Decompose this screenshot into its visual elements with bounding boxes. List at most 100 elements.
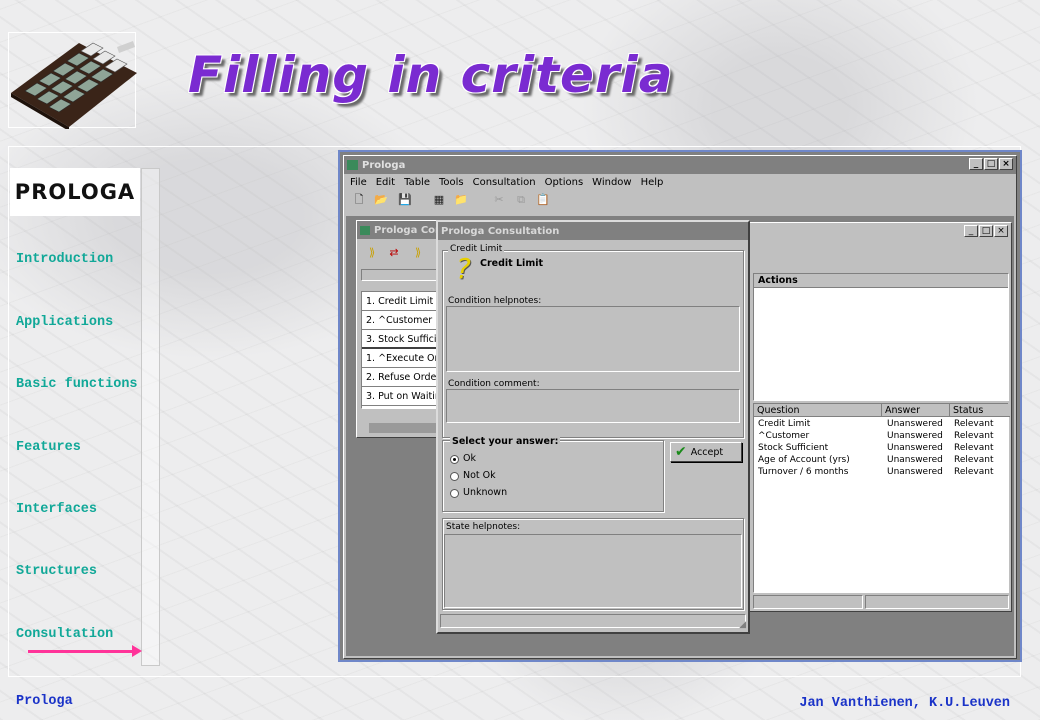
app-screenshot: Prologa _ □ × File Edit Table Tools Cons… bbox=[338, 150, 1022, 662]
radio-not-ok[interactable] bbox=[450, 472, 459, 481]
results-close-button[interactable]: × bbox=[994, 225, 1008, 237]
frame-bottom-line bbox=[8, 676, 1020, 677]
paste-icon[interactable]: 📋 bbox=[534, 192, 552, 208]
radio-unknown[interactable] bbox=[450, 489, 459, 498]
current-page-arrow-head bbox=[132, 645, 142, 657]
nav-features[interactable]: Features bbox=[16, 440, 81, 455]
open-table-icon[interactable]: 📁 bbox=[452, 192, 470, 208]
comment-label: Condition comment: bbox=[448, 379, 540, 389]
status-pane bbox=[865, 595, 1009, 609]
footer-right: Jan Vanthienen, K.U.Leuven bbox=[799, 696, 1010, 711]
table-icon[interactable]: ▦ bbox=[430, 192, 448, 208]
question-mark-icon: ? bbox=[456, 252, 471, 285]
answer-cell: Unanswered bbox=[887, 431, 943, 441]
results-minimize-button[interactable]: _ bbox=[964, 225, 978, 237]
answer-cell: Unanswered bbox=[887, 443, 943, 453]
status-cell: Relevant bbox=[954, 443, 994, 453]
menu-window[interactable]: Window bbox=[592, 177, 631, 188]
footer-left: Prologa bbox=[16, 694, 73, 709]
nav-applications[interactable]: Applications bbox=[16, 315, 113, 330]
sidebar-logo: PROLOGA bbox=[10, 168, 140, 216]
results-status-bar bbox=[753, 595, 1009, 609]
sidebar-scrollbar[interactable] bbox=[141, 168, 160, 666]
results-window: _ □ × Actions Question Answer Status Cre… bbox=[748, 222, 1012, 612]
state-helpnotes-box[interactable] bbox=[444, 534, 742, 608]
frame-left-line bbox=[8, 146, 9, 676]
question-cell[interactable]: Stock Sufficient bbox=[758, 443, 828, 453]
comment-field[interactable] bbox=[446, 389, 740, 423]
actions-header: Actions bbox=[754, 274, 1008, 288]
criterion-name: Credit Limit bbox=[480, 258, 544, 269]
menu-table[interactable]: Table bbox=[404, 177, 430, 188]
menu-bar: File Edit Table Tools Consultation Optio… bbox=[344, 174, 1016, 191]
dialog-titlebar: Prologa Consultation bbox=[438, 222, 748, 240]
radio-ok[interactable] bbox=[450, 455, 459, 464]
checkmark-icon: ✔ bbox=[675, 444, 687, 460]
answer-cell: Unanswered bbox=[887, 455, 943, 465]
resize-grip-icon[interactable]: ◢ bbox=[739, 620, 746, 630]
open-folder-icon[interactable]: 📂 bbox=[372, 192, 390, 208]
col-answer[interactable]: Answer bbox=[882, 404, 950, 417]
nav-consultation[interactable]: Consultation bbox=[16, 627, 113, 642]
app-icon bbox=[347, 160, 358, 170]
new-file-icon[interactable]: 🗋 bbox=[350, 192, 368, 208]
menu-edit[interactable]: Edit bbox=[376, 177, 395, 188]
col-question[interactable]: Question bbox=[754, 404, 882, 417]
question-cell[interactable]: Age of Account (yrs) bbox=[758, 455, 850, 465]
menu-options[interactable]: Options bbox=[545, 177, 584, 188]
run-icon[interactable]: ⟫ bbox=[363, 245, 381, 261]
state-helpnotes-label: State helpnotes: bbox=[446, 522, 521, 532]
questions-table: Question Answer Status Credit Limit Unan… bbox=[753, 403, 1010, 593]
minimize-button[interactable]: _ bbox=[969, 158, 983, 170]
helpnotes-box[interactable] bbox=[446, 306, 740, 372]
copy-icon[interactable]: ⧉ bbox=[512, 192, 530, 208]
cut-icon[interactable]: ✂ bbox=[490, 192, 508, 208]
radio-ok-label[interactable]: Ok bbox=[463, 453, 476, 464]
radio-unknown-label[interactable]: Unknown bbox=[463, 487, 507, 498]
close-button[interactable]: × bbox=[999, 158, 1013, 170]
accept-label: Accept bbox=[690, 446, 724, 458]
actions-panel: Actions bbox=[753, 273, 1009, 401]
status-pane bbox=[753, 595, 863, 609]
question-cell[interactable]: ^Customer bbox=[758, 431, 809, 441]
main-window-title: Prologa bbox=[362, 159, 406, 171]
menu-tools[interactable]: Tools bbox=[439, 177, 464, 188]
consultation-dialog: Prologa Consultation Credit Limit ? Cred… bbox=[436, 220, 750, 634]
results-maximize-button[interactable]: □ bbox=[979, 225, 993, 237]
dialog-status-bar bbox=[440, 614, 746, 628]
nav-basic-functions[interactable]: Basic functions bbox=[16, 377, 138, 392]
sidebar-logo-text: PROLOGA bbox=[14, 180, 136, 204]
status-cell: Relevant bbox=[954, 419, 994, 429]
dialog-title: Prologa Consultation bbox=[441, 225, 560, 237]
slide-title: Filling in criteria bbox=[188, 46, 674, 104]
question-cell[interactable]: Credit Limit bbox=[758, 419, 810, 429]
step-icon[interactable]: ⇄ bbox=[385, 245, 403, 261]
results-titlebar: _ □ × bbox=[749, 223, 1011, 241]
radio-not-ok-label[interactable]: Not Ok bbox=[463, 470, 496, 481]
answer-group-title: Select your answer: bbox=[450, 436, 561, 447]
answer-cell: Unanswered bbox=[887, 467, 943, 477]
accept-button[interactable]: ✔ Accept bbox=[670, 442, 742, 462]
nav-interfaces[interactable]: Interfaces bbox=[16, 502, 97, 517]
status-cell: Relevant bbox=[954, 455, 994, 465]
answer-cell: Unanswered bbox=[887, 419, 943, 429]
lock-icon[interactable]: ⟫ bbox=[409, 245, 427, 261]
current-page-arrow bbox=[28, 650, 134, 653]
toolbar: 🗋 📂 💾 ▦ 📁 ✂ ⧉ 📋 bbox=[344, 192, 1016, 214]
nav-introduction[interactable]: Introduction bbox=[16, 252, 113, 267]
nav-structures[interactable]: Structures bbox=[16, 564, 97, 579]
menu-help[interactable]: Help bbox=[641, 177, 664, 188]
menu-consultation[interactable]: Consultation bbox=[473, 177, 536, 188]
frame-top-line bbox=[8, 146, 1020, 147]
maximize-button[interactable]: □ bbox=[984, 158, 998, 170]
main-titlebar: Prologa _ □ × bbox=[344, 156, 1016, 174]
col-status[interactable]: Status bbox=[950, 404, 1010, 417]
prologa-chip-logo bbox=[8, 32, 137, 131]
helpnotes-label: Condition helpnotes: bbox=[448, 296, 542, 306]
save-icon[interactable]: 💾 bbox=[396, 192, 414, 208]
status-cell: Relevant bbox=[954, 431, 994, 441]
chip-board-image bbox=[11, 41, 137, 131]
status-cell: Relevant bbox=[954, 467, 994, 477]
question-cell[interactable]: Turnover / 6 months bbox=[758, 467, 848, 477]
menu-file[interactable]: File bbox=[350, 177, 367, 188]
